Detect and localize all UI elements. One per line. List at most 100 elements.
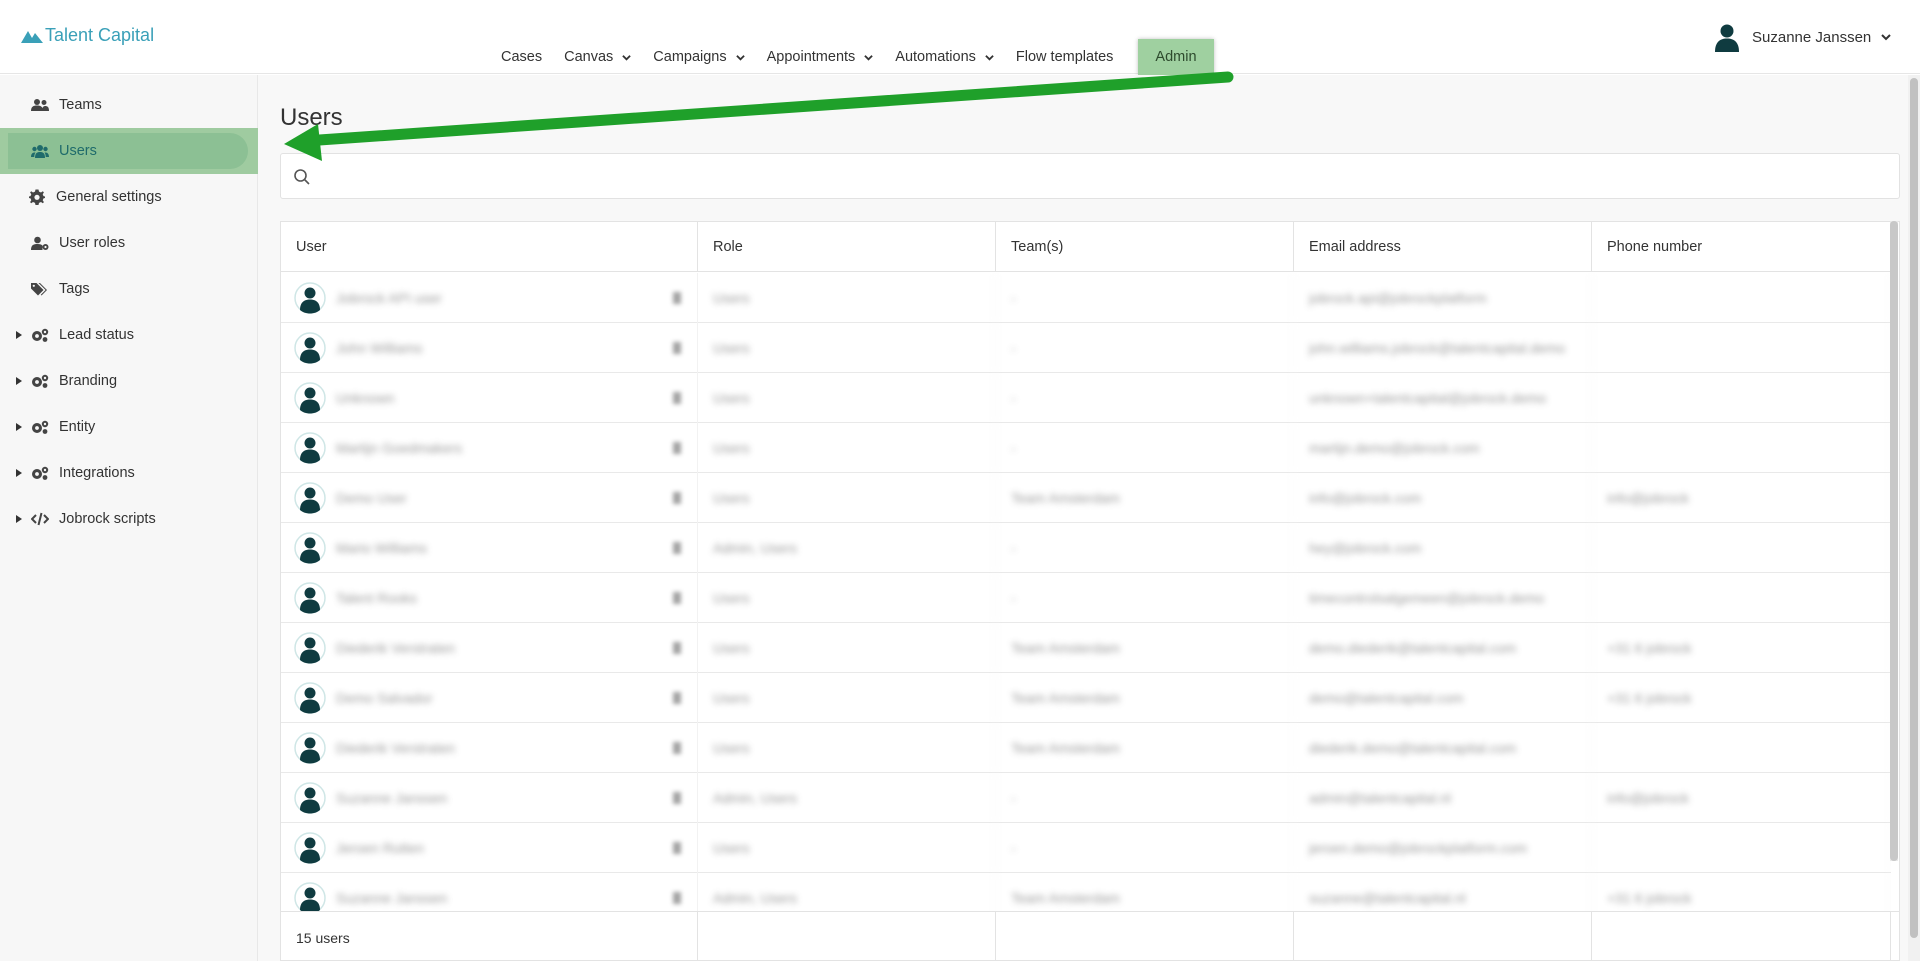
nav-campaigns-label: Campaigns bbox=[653, 49, 727, 65]
table-row[interactable]: Jobrock API user Users - jobrock.api@jobroc… bbox=[281, 273, 1891, 323]
page-scrollbar-thumb[interactable] bbox=[1910, 78, 1918, 938]
sidebar-item-general-settings[interactable]: General settings bbox=[0, 174, 258, 220]
nav-appointments[interactable]: Appointments bbox=[756, 39, 885, 75]
table-footer: 15 users bbox=[281, 911, 1899, 960]
chevron-down-icon bbox=[735, 54, 745, 61]
user-avatar-icon bbox=[294, 432, 326, 464]
sidebar-item-label: Entity bbox=[59, 419, 96, 435]
teams-cell: - bbox=[996, 373, 1294, 423]
sidebar-item-label: Lead status bbox=[59, 327, 134, 343]
search-icon bbox=[294, 169, 310, 185]
role-cell: Users bbox=[698, 423, 996, 473]
nav-automations[interactable]: Automations bbox=[884, 39, 1005, 75]
sidebar-item-entity[interactable]: Entity bbox=[0, 404, 258, 450]
email-cell: info@jobrock.com bbox=[1294, 473, 1592, 523]
user-cell: Jeroen Rutten bbox=[281, 823, 698, 873]
caret-right-icon bbox=[16, 515, 22, 523]
role-cell: Users bbox=[698, 323, 996, 373]
sidebar-item-user-roles[interactable]: User roles bbox=[0, 220, 258, 266]
user-gear-icon bbox=[31, 236, 49, 250]
table-row[interactable]: Diederik Verstraten Users Team Amsterdam de… bbox=[281, 623, 1891, 673]
sidebar-item-branding[interactable]: Branding bbox=[0, 358, 258, 404]
gears-icon bbox=[31, 466, 49, 480]
table-row[interactable]: Suzanne Janssen Admin, Users Team Amsterda… bbox=[281, 873, 1891, 911]
user-row-icon bbox=[673, 642, 681, 654]
user-row-icon bbox=[673, 292, 681, 304]
table-row[interactable]: Talent Rooks Users - timecontrolsalgemeen@j… bbox=[281, 573, 1891, 623]
code-icon bbox=[31, 512, 49, 526]
user-row-icon bbox=[673, 792, 681, 804]
email-cell: martijn.demo@jobrock.com bbox=[1294, 423, 1592, 473]
user-row-icon bbox=[673, 892, 681, 904]
user-name: Martijn Goedmakers bbox=[336, 440, 463, 456]
column-header-role[interactable]: Role bbox=[698, 222, 996, 272]
phone-cell bbox=[1592, 423, 1891, 473]
top-navigation: Cases Canvas Campaigns Appointments Auto… bbox=[490, 39, 1214, 75]
nav-campaigns[interactable]: Campaigns bbox=[642, 39, 755, 75]
nav-appointments-label: Appointments bbox=[766, 49, 856, 65]
table-row[interactable]: Mario Williams Admin, Users - hey@jobrock.c… bbox=[281, 523, 1891, 573]
role-cell: Users bbox=[698, 723, 996, 773]
nav-canvas[interactable]: Canvas bbox=[553, 39, 642, 75]
column-header-teams[interactable]: Team(s) bbox=[996, 222, 1294, 272]
mountain-logo-icon bbox=[21, 30, 43, 43]
user-cell: Jobrock API user bbox=[281, 273, 698, 323]
tags-icon bbox=[31, 282, 49, 296]
user-count: 15 users bbox=[281, 912, 698, 960]
user-name: Demo User bbox=[336, 490, 407, 506]
nav-automations-label: Automations bbox=[895, 49, 976, 65]
user-row-icon bbox=[673, 842, 681, 854]
search-input[interactable] bbox=[321, 162, 1881, 190]
nav-flow-templates[interactable]: Flow templates bbox=[1005, 39, 1125, 75]
nav-cases[interactable]: Cases bbox=[490, 39, 553, 75]
user-row-icon bbox=[673, 392, 681, 404]
brand-logo[interactable]: Talent Capital bbox=[21, 25, 154, 46]
table-row[interactable]: Jeroen Rutten Users - jeroen.demo@jobrockpl… bbox=[281, 823, 1891, 873]
user-row-icon bbox=[673, 742, 681, 754]
user-name: Suzanne Janssen bbox=[1752, 28, 1872, 46]
nav-canvas-label: Canvas bbox=[564, 49, 614, 65]
user-name: John Williams bbox=[336, 340, 423, 356]
footer-cell bbox=[698, 912, 996, 960]
role-cell: Users bbox=[698, 823, 996, 873]
table-scrollbar-thumb[interactable] bbox=[1890, 221, 1898, 861]
user-avatar-icon bbox=[294, 532, 326, 564]
footer-cell bbox=[1592, 912, 1891, 960]
search-bar[interactable] bbox=[280, 153, 1900, 199]
page-scrollbar[interactable] bbox=[1908, 75, 1920, 961]
column-header-phone[interactable]: Phone number bbox=[1592, 222, 1891, 272]
teams-cell: Team Amsterdam bbox=[996, 723, 1294, 773]
user-avatar-icon bbox=[294, 682, 326, 714]
user-name: Suzanne Janssen bbox=[336, 890, 448, 906]
sidebar-item-integrations[interactable]: Integrations bbox=[0, 450, 258, 496]
user-avatar-icon bbox=[294, 482, 326, 514]
sidebar-item-lead-status[interactable]: Lead status bbox=[0, 312, 258, 358]
sidebar-item-label: Integrations bbox=[59, 465, 135, 481]
table-row[interactable]: Martijn Goedmakers Users - martijn.demo@job… bbox=[281, 423, 1891, 473]
email-cell: timecontrolsalgemeen@jobrock.demo bbox=[1294, 573, 1592, 623]
column-header-email[interactable]: Email address bbox=[1294, 222, 1592, 272]
user-cell: Demo Salvador bbox=[281, 673, 698, 723]
table-row[interactable]: John Williams Users - john.williams.jobrock… bbox=[281, 323, 1891, 373]
user-row-icon bbox=[673, 692, 681, 704]
column-header-user[interactable]: User bbox=[281, 222, 698, 272]
table-scrollbar[interactable] bbox=[1890, 221, 1898, 861]
table-row[interactable]: Demo User Users Team Amsterdam info@jobrock… bbox=[281, 473, 1891, 523]
sidebar-item-jobrock-scripts[interactable]: Jobrock scripts bbox=[0, 496, 258, 542]
user-menu[interactable]: Suzanne Janssen bbox=[1712, 22, 1891, 52]
nav-admin-label: Admin bbox=[1155, 49, 1197, 65]
table-row[interactable]: Unknown Users - unknown+talentcapital@jobro… bbox=[281, 373, 1891, 423]
table-row[interactable]: Demo Salvador Users Team Amsterdam demo@tal… bbox=[281, 673, 1891, 723]
sidebar-item-tags[interactable]: Tags bbox=[0, 266, 258, 312]
user-avatar-icon bbox=[294, 282, 326, 314]
sidebar-item-teams[interactable]: Teams bbox=[0, 82, 258, 128]
phone-cell bbox=[1592, 823, 1891, 873]
sidebar-item-users[interactable]: Users bbox=[0, 128, 258, 174]
email-cell: jeroen.demo@jobrockplatform.com bbox=[1294, 823, 1592, 873]
table-row[interactable]: Diederik Verstraten Users Team Amsterdam di… bbox=[281, 723, 1891, 773]
teams-cell: Team Amsterdam bbox=[996, 873, 1294, 911]
table-row[interactable]: Suzanne Janssen Admin, Users - admin@talent… bbox=[281, 773, 1891, 823]
nav-admin[interactable]: Admin bbox=[1138, 39, 1214, 75]
user-avatar-icon bbox=[294, 382, 326, 414]
chevron-down-icon bbox=[864, 54, 874, 61]
